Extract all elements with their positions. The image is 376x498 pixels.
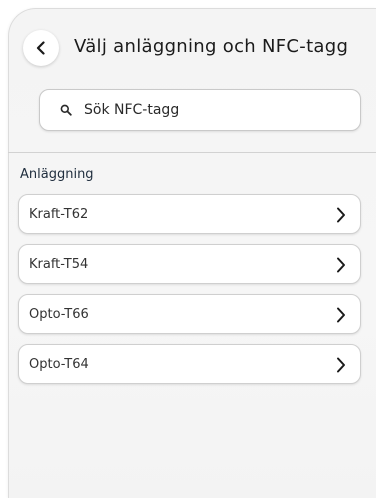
chevron-left-icon bbox=[36, 41, 45, 55]
list-item-label: Kraft-T54 bbox=[29, 256, 89, 272]
list-item[interactable]: Kraft-T62 bbox=[18, 194, 361, 234]
search-input[interactable] bbox=[84, 102, 324, 118]
list-item[interactable]: Kraft-T54 bbox=[18, 244, 361, 284]
section-label: Anläggning bbox=[20, 167, 94, 182]
divider bbox=[8, 152, 376, 153]
chevron-right-icon bbox=[337, 207, 345, 223]
list-item-label: Opto-T64 bbox=[29, 356, 89, 372]
header: Välj anläggning och NFC-tagg bbox=[23, 29, 363, 67]
list-item-label: Opto-T66 bbox=[29, 306, 89, 322]
search-box[interactable] bbox=[39, 89, 361, 131]
back-button[interactable] bbox=[23, 30, 59, 66]
chevron-right-icon bbox=[337, 307, 345, 323]
page-title: Välj anläggning och NFC-tagg bbox=[74, 36, 349, 57]
facility-list: Kraft-T62 Kraft-T54 Opto-T66 Opto-T64 bbox=[18, 194, 361, 394]
list-item-label: Kraft-T62 bbox=[29, 206, 89, 222]
chevron-right-icon bbox=[337, 257, 345, 273]
list-item[interactable]: Opto-T64 bbox=[18, 344, 361, 384]
chevron-right-icon bbox=[337, 357, 345, 373]
search-icon bbox=[60, 104, 72, 116]
list-item[interactable]: Opto-T66 bbox=[18, 294, 361, 334]
